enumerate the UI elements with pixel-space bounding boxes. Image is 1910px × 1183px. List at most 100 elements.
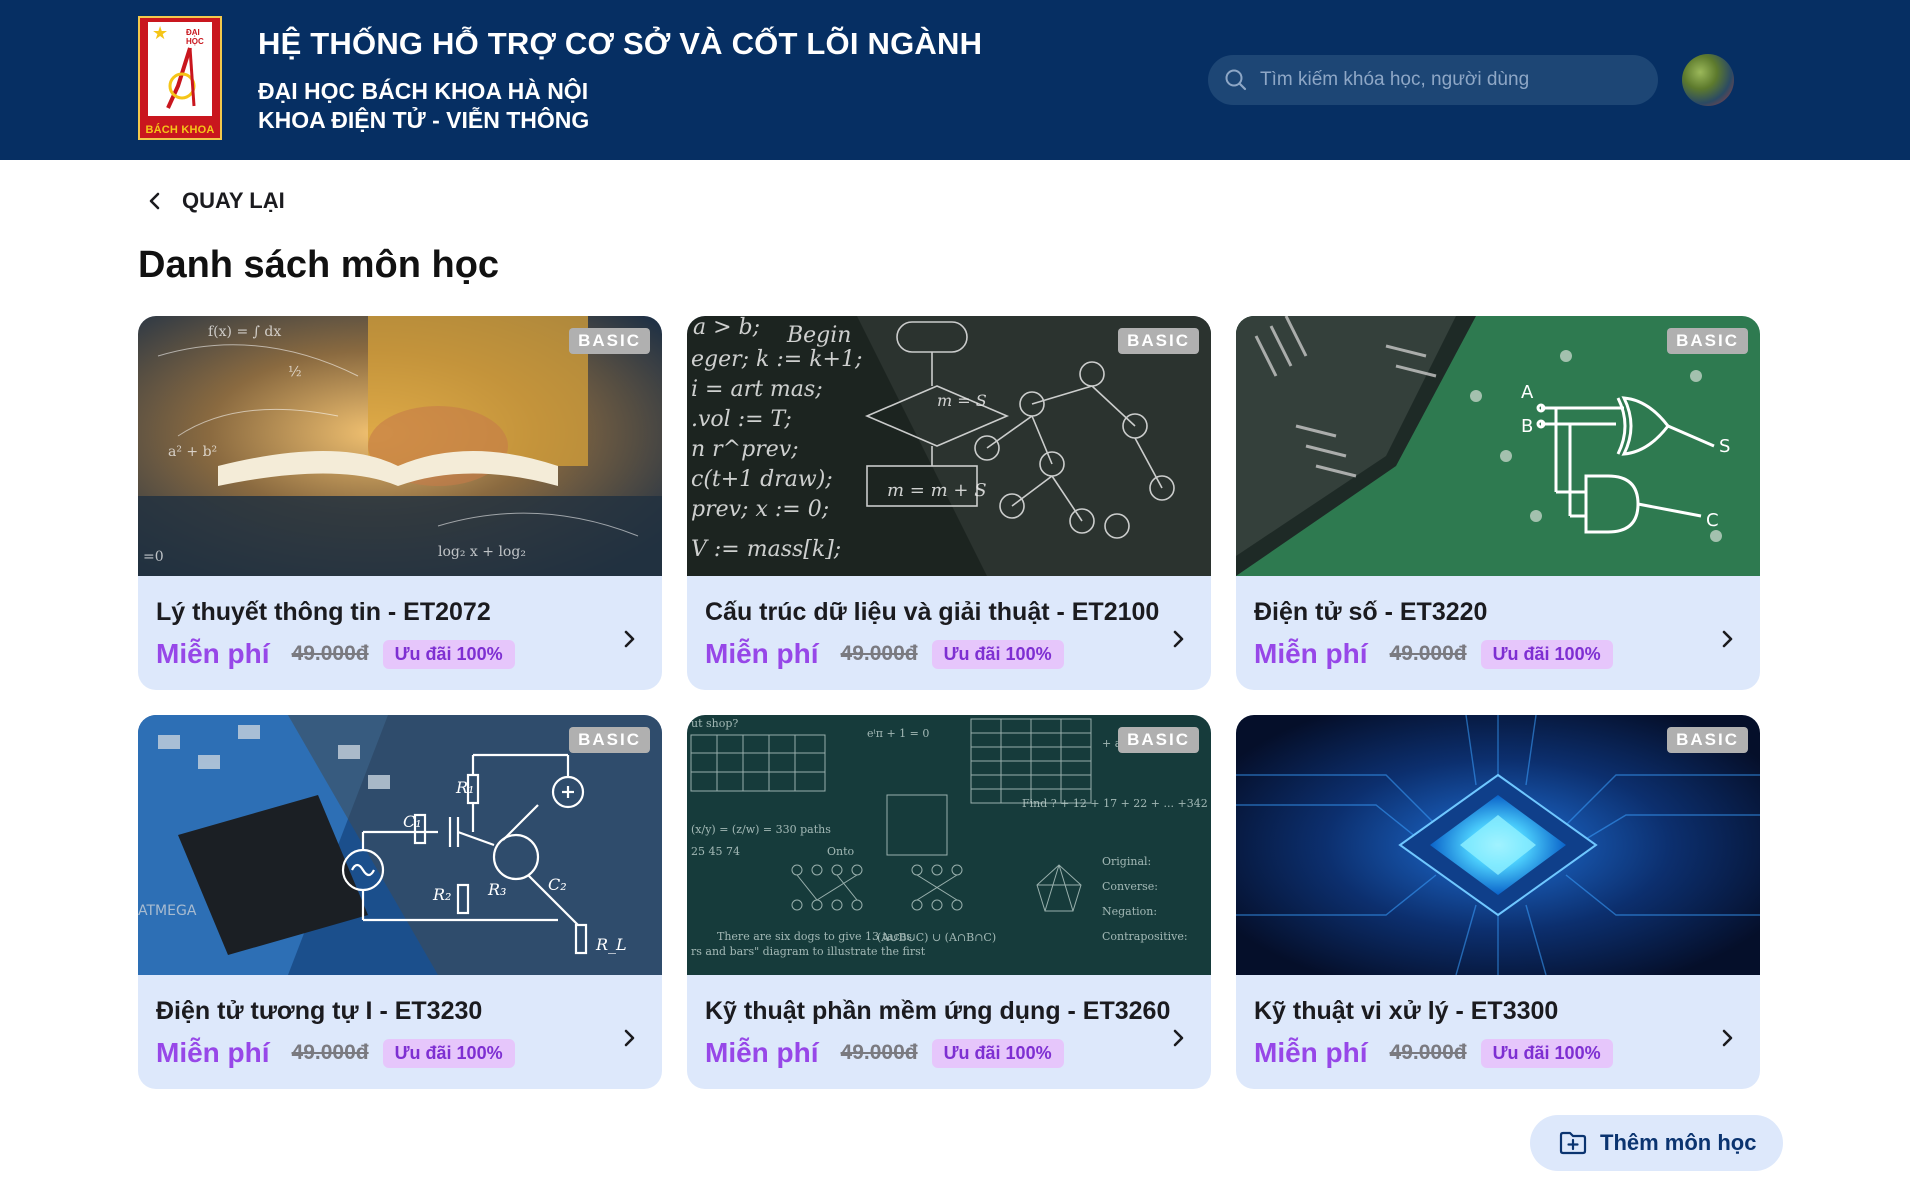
course-card[interactable]: AB S C BASIC Điện tử số - ET3220 Miễn phí … <box>1236 316 1760 690</box>
svg-text:½: ½ <box>288 364 302 380</box>
compass-icon <box>166 47 196 109</box>
chevron-right-icon[interactable] <box>614 624 644 654</box>
course-image: a > b; Begin eger; k := k+1; i = art mas;.… <box>687 316 1211 576</box>
faculty-name: KHOA ĐIỆN TỬ - VIỄN THÔNG <box>258 107 590 133</box>
logo-bottom-text: BÁCH KHOA <box>145 124 215 136</box>
svg-text:25 45 74: 25 45 74 <box>691 845 740 858</box>
star-icon: ★ <box>152 23 169 43</box>
old-price: 49.000đ <box>291 1041 369 1064</box>
course-name: Lý thuyết thông tin - ET2072 <box>156 598 491 626</box>
search-bar[interactable] <box>1208 55 1658 105</box>
price-row: Miễn phí 49.000đ Ưu đãi 100% <box>156 638 515 670</box>
discount-badge: Ưu đãi 100% <box>1480 1038 1613 1068</box>
discount-badge: Ưu đãi 100% <box>1480 639 1613 669</box>
chevron-left-icon <box>140 186 170 216</box>
price-label: Miễn phí <box>705 638 819 669</box>
price-row: Miễn phí 49.000đ Ưu đãi 100% <box>156 1037 515 1069</box>
price-row: Miễn phí 49.000đ Ưu đãi 100% <box>1254 638 1613 670</box>
course-image: f(x) = ∫ dx ½ a² + b² log₂ x + log₂ =0 BASI… <box>138 316 662 576</box>
course-card[interactable]: f(x) = ∫ dx ½ a² + b² log₂ x + log₂ =0 BASI… <box>138 316 662 690</box>
svg-text:V := mass[k];: V := mass[k]; <box>691 537 841 562</box>
svg-text:ATMEGA: ATMEGA <box>138 903 197 919</box>
discount-badge: Ưu đãi 100% <box>382 639 515 669</box>
svg-text:a > b;: a > b; <box>693 316 760 340</box>
svg-text:(x/y) = (z/w) = 330 paths: (x/y) = (z/w) = 330 paths <box>691 823 831 836</box>
course-card[interactable]: a > b; Begin eger; k := k+1; i = art mas;.… <box>687 316 1211 690</box>
price-row: Miễn phí 49.000đ Ưu đãi 100% <box>705 638 1064 670</box>
level-badge: BASIC <box>1667 727 1748 753</box>
course-card[interactable]: ut shop? eⁱπ + 1 = 0 (x/y) = (z/w) = 330 p… <box>687 715 1211 1089</box>
chevron-right-icon[interactable] <box>1712 624 1742 654</box>
price-label: Miễn phí <box>156 1037 270 1068</box>
svg-text:(A∪B∪C) ∪ (A∩B∩C): (A∪B∪C) ∪ (A∩B∩C) <box>877 931 996 944</box>
price-row: Miễn phí 49.000đ Ưu đãi 100% <box>1254 1037 1613 1069</box>
svg-text:c(t+1 draw);: c(t+1 draw); <box>691 467 833 492</box>
course-name: Điện tử số - ET3220 <box>1254 598 1488 626</box>
course-name: Cấu trúc dữ liệu và giải thuật - ET2100 <box>705 598 1160 626</box>
price-label: Miễn phí <box>1254 638 1368 669</box>
svg-text:R₃: R₃ <box>487 880 506 899</box>
top-header: ★ ĐẠI HỌC BÁCH KHOA HỆ THỐNG HỖ TRỢ CƠ S… <box>0 0 1910 160</box>
course-image: AB S C BASIC <box>1236 316 1760 576</box>
course-name: Điện tử tương tự I - ET3230 <box>156 997 483 1025</box>
old-price: 49.000đ <box>291 642 369 665</box>
folder-plus-icon <box>1559 1131 1587 1155</box>
chevron-right-icon[interactable] <box>614 1023 644 1053</box>
back-button[interactable]: QUAY LẠI <box>140 184 285 218</box>
price-label: Miễn phí <box>1254 1037 1368 1068</box>
svg-text:Onto: Onto <box>827 845 855 858</box>
add-course-label: Thêm môn học <box>1600 1130 1757 1155</box>
svg-text:Negation:: Negation: <box>1102 905 1157 918</box>
level-badge: BASIC <box>1118 328 1199 354</box>
add-course-button[interactable]: Thêm môn học <box>1530 1115 1783 1171</box>
course-card[interactable]: BASIC Kỹ thuật vi xử lý - ET3300 Miễn ph… <box>1236 715 1760 1089</box>
svg-text:R₂: R₂ <box>432 885 451 904</box>
chevron-right-icon[interactable] <box>1163 624 1193 654</box>
course-card[interactable]: ATMEGA R₁ C₁ R₂ R₃ C₂ R_L BASIC Điện tử … <box>138 715 662 1089</box>
old-price: 49.000đ <box>1389 1041 1467 1064</box>
svg-text:C: C <box>1706 510 1719 531</box>
university-name: ĐẠI HỌC BÁCH KHOA HÀ NỘI <box>258 78 589 104</box>
svg-text:m = S: m = S <box>937 391 987 410</box>
old-price: 49.000đ <box>1389 642 1467 665</box>
course-image: BASIC <box>1236 715 1760 975</box>
discount-badge: Ưu đãi 100% <box>931 639 1064 669</box>
svg-text:f(x) = ∫ dx: f(x) = ∫ dx <box>208 324 281 340</box>
svg-text:Original:: Original: <box>1102 855 1151 868</box>
svg-text:ut shop?: ut shop? <box>691 717 738 730</box>
chevron-right-icon[interactable] <box>1712 1023 1742 1053</box>
chevron-right-icon[interactable] <box>1163 1023 1193 1053</box>
search-input[interactable] <box>1260 55 1640 105</box>
svg-text:m = m + S: m = m + S <box>887 480 987 501</box>
svg-text:a² + b²: a² + b² <box>168 444 217 460</box>
level-badge: BASIC <box>1667 328 1748 354</box>
svg-text:n r^prev;: n r^prev; <box>691 437 799 462</box>
svg-text:prev; x := 0;: prev; x := 0; <box>691 497 829 522</box>
level-badge: BASIC <box>1118 727 1199 753</box>
svg-text:i = art mas;: i = art mas; <box>691 377 823 402</box>
price-label: Miễn phí <box>705 1037 819 1068</box>
svg-text:C₂: C₂ <box>548 875 567 894</box>
svg-text:A: A <box>1521 382 1534 403</box>
svg-text:R₁: R₁ <box>455 778 474 797</box>
svg-text:Contrapositive:: Contrapositive: <box>1102 930 1188 943</box>
course-image: ATMEGA R₁ C₁ R₂ R₃ C₂ R_L BASIC <box>138 715 662 975</box>
svg-text:rs and bars" diagram to illust: rs and bars" diagram to illustrate the f… <box>691 945 926 958</box>
user-avatar[interactable] <box>1682 54 1734 106</box>
svg-text:Converse:: Converse: <box>1102 880 1158 893</box>
university-logo[interactable]: ★ ĐẠI HỌC BÁCH KHOA <box>138 16 222 140</box>
system-title: HỆ THỐNG HỖ TRỢ CƠ SỞ VÀ CỐT LÕI NGÀNH <box>258 26 983 61</box>
old-price: 49.000đ <box>840 1041 918 1064</box>
price-row: Miễn phí 49.000đ Ưu đãi 100% <box>705 1037 1064 1069</box>
page-title: Danh sách môn học <box>138 244 500 286</box>
logo-panel: ★ ĐẠI HỌC <box>148 22 212 116</box>
logo-top-text: ĐẠI HỌC <box>186 28 204 46</box>
svg-text:.vol := T;: .vol := T; <box>691 407 792 432</box>
level-badge: BASIC <box>569 328 650 354</box>
discount-badge: Ưu đãi 100% <box>931 1038 1064 1068</box>
course-name: Kỹ thuật phần mềm ứng dụng - ET3260 <box>705 997 1171 1025</box>
course-name: Kỹ thuật vi xử lý - ET3300 <box>1254 997 1559 1025</box>
svg-text:=0: =0 <box>143 549 164 565</box>
svg-text:Find ? + 12 + 17 + 22 + ... +3: Find ? + 12 + 17 + 22 + ... +342 <box>1022 797 1208 810</box>
svg-text:R_L: R_L <box>595 935 627 954</box>
